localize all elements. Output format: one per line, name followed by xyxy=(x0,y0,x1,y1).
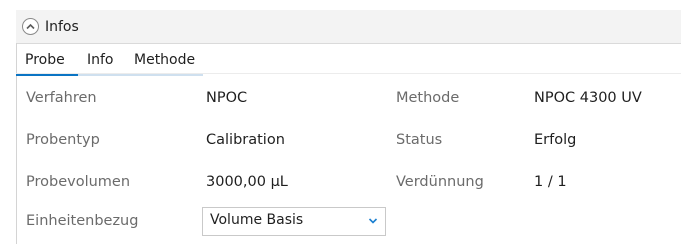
panel-title: Infos xyxy=(45,18,79,35)
infos-panel: Infos Probe Info Methode Verfahren NPOC … xyxy=(16,10,681,244)
field-row-probentyp: Probentyp Calibration Status Erfolg xyxy=(16,132,681,156)
einheitenbezug-select[interactable]: Volume Basis xyxy=(202,207,386,236)
tab-methode-label: Methode xyxy=(134,52,196,68)
status-value: Erfolg xyxy=(534,132,577,148)
tab-methode[interactable]: Methode xyxy=(134,48,206,74)
einheitenbezug-selected-value: Volume Basis xyxy=(210,212,304,228)
einheitenbezug-label: Einheitenbezug xyxy=(26,213,139,229)
tab-probe[interactable]: Probe xyxy=(25,48,87,74)
verfahren-label: Verfahren xyxy=(26,90,97,106)
chevron-up-circle-icon[interactable] xyxy=(22,18,39,35)
verduennung-value: 1 / 1 xyxy=(534,174,567,190)
panel-header[interactable]: Infos xyxy=(16,10,681,44)
methode-label: Methode xyxy=(396,90,460,106)
field-row-probevolumen: Probevolumen 3000,00 µL Verdünnung 1 / 1 xyxy=(16,174,681,198)
probentyp-label: Probentyp xyxy=(26,132,100,148)
divider xyxy=(16,73,681,74)
tab-info-label: Info xyxy=(87,52,114,68)
verfahren-value: NPOC xyxy=(206,90,248,106)
verduennung-label: Verdünnung xyxy=(396,174,484,190)
methode-value: NPOC 4300 UV xyxy=(534,90,642,106)
field-row-einheitenbezug: Einheitenbezug Volume Basis xyxy=(16,207,681,237)
status-label: Status xyxy=(396,132,443,148)
tab-info[interactable]: Info xyxy=(87,48,134,74)
field-row-verfahren: Verfahren NPOC Methode NPOC 4300 UV xyxy=(16,90,681,114)
probevolumen-label: Probevolumen xyxy=(26,174,131,190)
tab-probe-label: Probe xyxy=(25,52,65,68)
chevron-down-icon xyxy=(368,218,378,224)
probevolumen-value: 3000,00 µL xyxy=(206,174,288,190)
probentyp-value: Calibration xyxy=(206,132,285,148)
